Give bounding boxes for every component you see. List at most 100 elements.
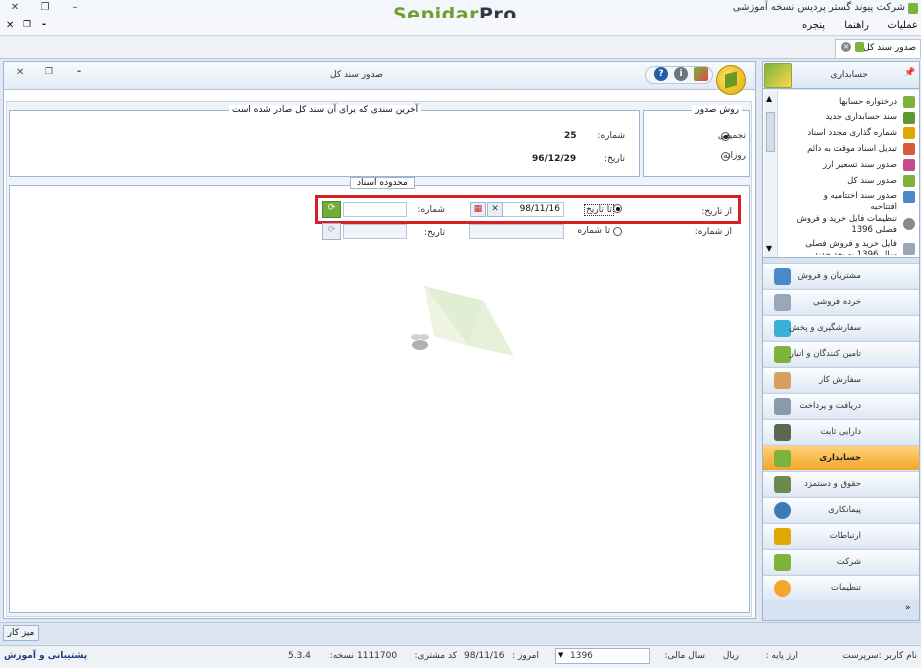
issue-refresh-button[interactable]: ⟳ (322, 201, 341, 218)
issue-method-title: روش صدور (692, 105, 742, 115)
convert-icon (903, 143, 915, 155)
menu-operations[interactable]: عملیات (887, 20, 918, 31)
tab-label: صدور سند کل (863, 43, 916, 53)
communications-icon (774, 528, 791, 545)
cart-icon (774, 294, 791, 311)
form-minimize-icon[interactable]: - (77, 66, 81, 77)
info-icon[interactable]: i (674, 67, 688, 81)
tab-doc-icon (855, 42, 864, 52)
category-fixed-assets[interactable]: دارایی ثابت (763, 419, 919, 444)
date-input[interactable] (343, 224, 407, 239)
category-contracting[interactable]: پیمانکاری (763, 497, 919, 522)
category-retail[interactable]: خرده فروشی (763, 289, 919, 314)
form-restore-icon[interactable]: ❐ (45, 67, 53, 77)
taskbar (0, 622, 921, 644)
last-doc-date-value: 96/12/29 (532, 154, 577, 164)
bee-icon (405, 330, 435, 356)
category-customers-sales[interactable]: مشتریان و فروش (763, 263, 919, 288)
accounting-icon (764, 63, 792, 88)
radio-daily-label[interactable]: روزانه (723, 151, 746, 161)
status-fiscal-year-label: سال مالی: (664, 651, 705, 661)
menu-help[interactable]: راهنما (844, 20, 869, 31)
minimize-icon[interactable]: – (66, 1, 84, 15)
sidebar-item-renumber[interactable]: شماره گذاری مجدد اسناد (807, 128, 897, 138)
sidebar-item-season-settings-line2[interactable]: فصلی 1396 (851, 225, 897, 235)
settings-file-icon (903, 218, 915, 230)
currency-icon (903, 159, 915, 171)
sidebar-item-closing-doc[interactable]: صدور سند اختتامیه و (824, 191, 897, 201)
menu-bar (0, 18, 921, 36)
watermark-logo (424, 286, 514, 372)
last-doc-number-value: 25 (564, 131, 577, 141)
desk-button[interactable]: میز کار (3, 625, 39, 641)
company-icon (774, 554, 791, 571)
pin-icon[interactable]: 📌 (904, 68, 915, 78)
clear-date-icon[interactable]: ✕ (487, 202, 503, 217)
to-number-input[interactable] (469, 224, 564, 239)
app-title: شرکت پیوند گستر پردیس نسخه آموزشی (732, 2, 905, 13)
tab-close-icon[interactable]: ✕ (841, 42, 851, 52)
to-date-input[interactable]: 98/11/16 (502, 202, 564, 217)
sidebar-item-accounts-tree[interactable]: درختواره حسابها (839, 97, 897, 107)
help-icon[interactable]: ? (654, 67, 668, 81)
range-group (9, 185, 750, 613)
percent-icon (903, 127, 915, 139)
calendar-icon[interactable]: ▦ (470, 202, 486, 217)
radio-to-date[interactable] (613, 204, 622, 213)
accounting-category-icon (774, 450, 791, 467)
sidebar-item-issue-general[interactable]: صدور سند کل (847, 176, 897, 186)
category-suppliers-warehouse[interactable]: تامین کنندگان و انبار (763, 341, 919, 366)
sidebar-item-season-file[interactable]: فایل خرید و فروش فصلی (805, 239, 897, 249)
sidebar-items: درختواره حسابها سند حسابداری جدید شماره … (763, 90, 919, 258)
sidebar-item-convert-temp[interactable]: تبدیل اسناد موقت به دائم (807, 144, 897, 154)
settings-gear-icon (774, 580, 791, 597)
tools-icon[interactable] (694, 67, 708, 81)
category-company[interactable]: شرکت (763, 549, 919, 574)
payroll-icon (774, 476, 791, 493)
range-title: محدوده اسناد (350, 177, 415, 189)
last-doc-title: آخرین سندی که برای آن سند کل صادر شده اس… (229, 105, 422, 115)
sidebar-item-new-doc[interactable]: سند حسابداری جدید (826, 112, 897, 122)
category-work-order[interactable]: سفارش کار (763, 367, 919, 392)
sidebar-item-season-settings[interactable]: تنظیمات فایل خرید و فروش (797, 214, 897, 224)
chevron-down-icon[interactable]: ▼ (558, 651, 563, 659)
status-base-currency: ریال (722, 651, 739, 661)
status-customer-code-label: کد مشتری: (414, 651, 457, 661)
category-accounting[interactable]: حسابداری (763, 445, 919, 470)
form-close-icon[interactable]: ✕ (16, 67, 24, 78)
restore-icon[interactable]: ❐ (36, 1, 54, 15)
sidebar-expand-icon[interactable]: » (905, 603, 911, 613)
status-fiscal-year: 1396 (570, 651, 593, 661)
status-today: 98/11/16 (464, 651, 505, 661)
warehouse-icon (774, 346, 791, 363)
from-date-label: از تاریخ: (701, 207, 732, 217)
support-link[interactable]: پشتیبانی و آموزش (4, 651, 87, 661)
form-title: صدور سند کل (330, 70, 383, 80)
radio-to-number[interactable] (613, 227, 622, 236)
mdi-restore-icon[interactable]: ❐ (23, 20, 31, 30)
sidebar-item-currency-doc[interactable]: صدور سند تسعیر ارز (823, 160, 897, 170)
category-receive-pay[interactable]: دریافت و پرداخت (763, 393, 919, 418)
category-settings[interactable]: تنظیمات (763, 575, 919, 600)
status-customer-code: 1111700 (357, 651, 398, 661)
radio-to-number-label[interactable]: تا شماره (577, 226, 610, 236)
menu-window[interactable]: پنجره (802, 20, 825, 31)
sidebar-item-closing-doc-line2[interactable]: افتتاحیه (870, 202, 897, 212)
last-doc-date-label: تاریخ: (604, 154, 625, 164)
assets-icon (774, 424, 791, 441)
issue-method-group (643, 110, 750, 177)
status-base-currency-label: ارز پایه : (765, 651, 798, 661)
mdi-minimize-icon[interactable]: - (42, 19, 46, 30)
radio-aggregate-label[interactable]: تجمیعی (718, 131, 746, 141)
number-label: شماره: (417, 205, 445, 215)
close-icon[interactable]: ✕ (6, 1, 24, 15)
category-communications[interactable]: ارتباطات (763, 523, 919, 548)
status-version: 5.3.4 (288, 651, 311, 661)
category-order-distribution[interactable]: سفارشگیری و پخش (763, 315, 919, 340)
mdi-close-icon[interactable]: ✕ (6, 20, 14, 31)
radio-to-date-label[interactable]: تا تاریخ (583, 204, 614, 216)
category-payroll[interactable]: حقوق و دستمزد (763, 471, 919, 496)
tree-icon (903, 96, 915, 108)
general-doc-icon (903, 175, 915, 187)
number-input[interactable] (343, 202, 407, 217)
